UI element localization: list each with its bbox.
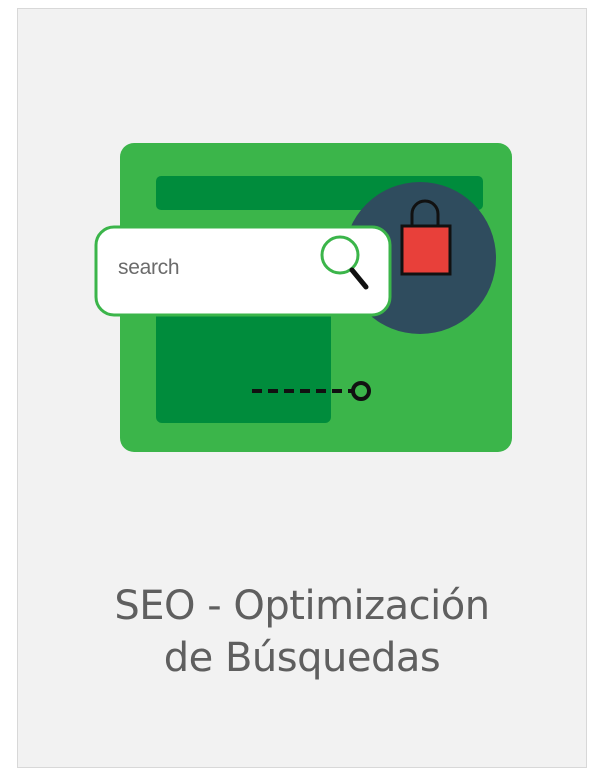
title-line-2: de Búsquedas xyxy=(163,635,441,681)
title-line-1: SEO - Optimización xyxy=(114,583,490,629)
content-block xyxy=(156,298,331,423)
search-placeholder-text[interactable]: search xyxy=(118,256,180,280)
service-title: SEO - Optimización de Búsquedas xyxy=(17,580,587,684)
seo-illustration xyxy=(94,143,512,452)
